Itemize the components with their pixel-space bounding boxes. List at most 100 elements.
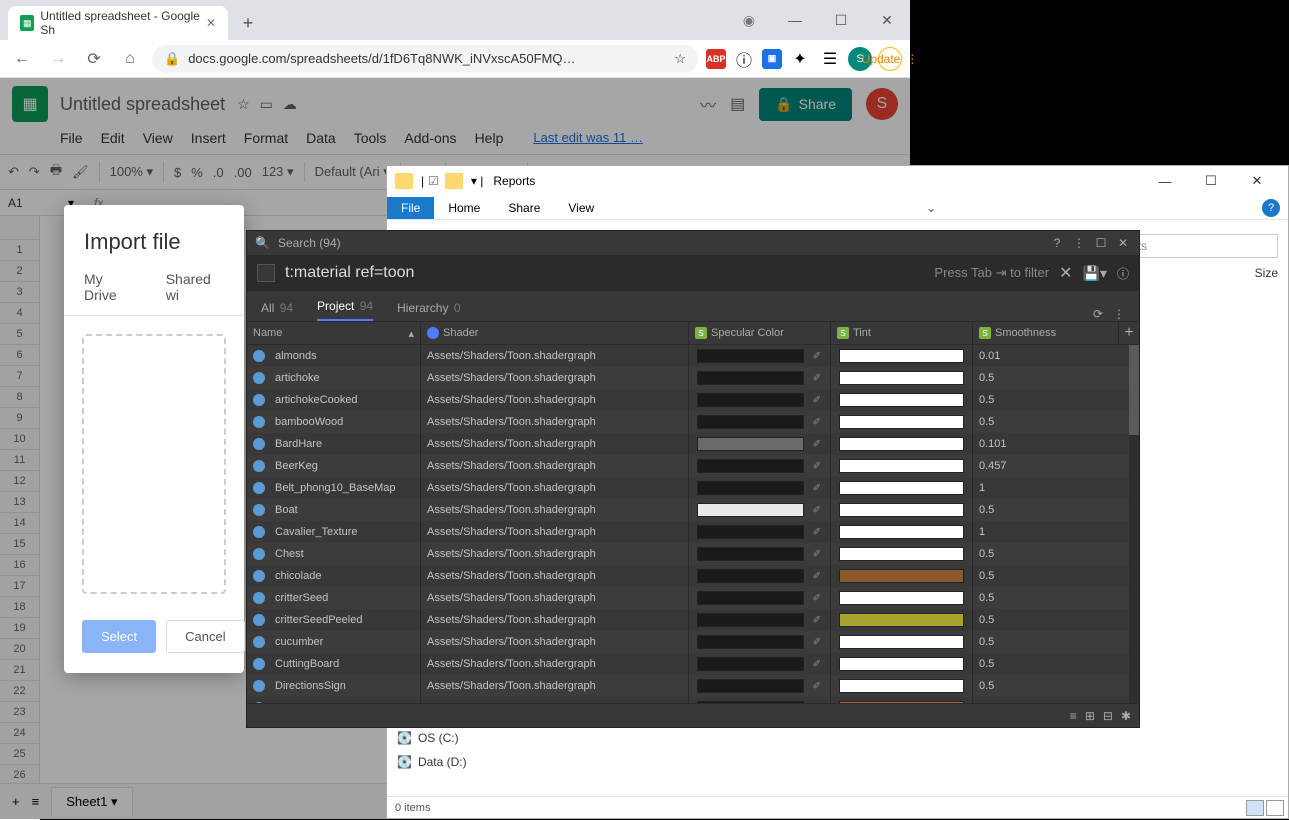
eyedropper-icon[interactable]: ✐	[810, 659, 824, 670]
tint-swatch[interactable]	[839, 525, 964, 539]
material-row[interactable]: chicoladeAssets/Shaders/Toon.shadergraph…	[247, 565, 1139, 587]
scrollbar[interactable]	[1129, 345, 1139, 725]
star-icon[interactable]: ☆	[674, 51, 686, 67]
eyedropper-icon[interactable]: ✐	[810, 549, 824, 560]
eyedropper-icon[interactable]: ✐	[810, 417, 824, 428]
tint-swatch[interactable]	[839, 437, 964, 451]
reading-list-icon[interactable]: ☰	[818, 47, 842, 71]
refresh-icon[interactable]: ⟳	[1093, 307, 1103, 321]
material-row[interactable]: DirectionsSignAssets/Shaders/Toon.shader…	[247, 675, 1139, 697]
eyedropper-icon[interactable]: ✐	[810, 395, 824, 406]
eyedropper-icon[interactable]: ✐	[810, 351, 824, 362]
specular-swatch[interactable]	[697, 525, 804, 539]
material-row[interactable]: critterSeedPeeledAssets/Shaders/Toon.sha…	[247, 609, 1139, 631]
material-row[interactable]: BardHareAssets/Shaders/Toon.shadergraph✐…	[247, 433, 1139, 455]
large-view-icon[interactable]	[1266, 800, 1284, 816]
column-size-header[interactable]: Size	[1255, 266, 1278, 280]
specular-swatch[interactable]	[697, 393, 804, 407]
material-row[interactable]: critterSeedAssets/Shaders/Toon.shadergra…	[247, 587, 1139, 609]
settings-icon[interactable]: ✱	[1121, 709, 1131, 723]
explorer-minimize[interactable]: —	[1142, 166, 1188, 196]
window-close[interactable]: ✕	[864, 0, 910, 40]
ribbon-view[interactable]: View	[554, 197, 608, 219]
specular-swatch[interactable]	[697, 657, 804, 671]
tint-swatch[interactable]	[839, 415, 964, 429]
specular-swatch[interactable]	[697, 635, 804, 649]
header-smoothness[interactable]: SSmoothness	[973, 322, 1119, 344]
tint-swatch[interactable]	[839, 481, 964, 495]
explorer-close[interactable]: ✕	[1234, 166, 1280, 196]
tint-swatch[interactable]	[839, 613, 964, 627]
tab-my-drive[interactable]: My Drive	[84, 271, 136, 303]
eyedropper-icon[interactable]: ✐	[810, 483, 824, 494]
tint-swatch[interactable]	[839, 635, 964, 649]
new-tab-button[interactable]: +	[234, 9, 262, 37]
back-button[interactable]: ←	[8, 45, 36, 73]
tint-swatch[interactable]	[839, 371, 964, 385]
eyedropper-icon[interactable]: ✐	[810, 439, 824, 450]
tint-swatch[interactable]	[839, 591, 964, 605]
zoom-extension-icon[interactable]: ▣	[762, 49, 782, 69]
tint-swatch[interactable]	[839, 547, 964, 561]
add-column-button[interactable]: +	[1119, 324, 1139, 342]
tab-shared[interactable]: Shared wi	[166, 271, 224, 303]
header-shader[interactable]: Shader	[421, 322, 689, 344]
browser-tab[interactable]: ▦ Untitled spreadsheet - Google Sh ✕	[8, 6, 228, 40]
close-icon[interactable]: ✕	[1115, 235, 1131, 251]
material-row[interactable]: BeerKegAssets/Shaders/Toon.shadergraph✐0…	[247, 455, 1139, 477]
window-minimize[interactable]: —	[772, 0, 818, 40]
ribbon-home[interactable]: Home	[434, 197, 494, 219]
cancel-button[interactable]: Cancel	[166, 620, 244, 653]
info-icon[interactable]: ⓘ	[1117, 265, 1129, 282]
material-row[interactable]: cucumberAssets/Shaders/Toon.shadergraph✐…	[247, 631, 1139, 653]
material-row[interactable]: BoatAssets/Shaders/Toon.shadergraph✐0.5	[247, 499, 1139, 521]
save-search-icon[interactable]: 💾▾	[1083, 265, 1107, 282]
material-row[interactable]: Belt_phong10_BaseMapAssets/Shaders/Toon.…	[247, 477, 1139, 499]
eyedropper-icon[interactable]: ✐	[810, 637, 824, 648]
eyedropper-icon[interactable]: ✐	[810, 505, 824, 516]
list-view-icon[interactable]: ≡	[1070, 709, 1077, 723]
ribbon-share[interactable]: Share	[494, 197, 554, 219]
eyedropper-icon[interactable]: ✐	[810, 527, 824, 538]
maximize-icon[interactable]: ☐	[1093, 235, 1109, 251]
specular-swatch[interactable]	[697, 371, 804, 385]
help-icon[interactable]: ?	[1262, 199, 1280, 217]
tab-close-icon[interactable]: ✕	[206, 16, 216, 30]
drive-d[interactable]: 💽Data (D:)	[397, 750, 467, 774]
explorer-maximize[interactable]: ☐	[1188, 166, 1234, 196]
material-row[interactable]: ChestAssets/Shaders/Toon.shadergraph✐0.5	[247, 543, 1139, 565]
panel-menu-icon[interactable]: ⋮	[1071, 235, 1087, 251]
specular-swatch[interactable]	[697, 679, 804, 693]
material-row[interactable]: bambooWoodAssets/Shaders/Toon.shadergrap…	[247, 411, 1139, 433]
abp-extension-icon[interactable]: ABP	[706, 49, 726, 69]
tint-swatch[interactable]	[839, 679, 964, 693]
specular-swatch[interactable]	[697, 415, 804, 429]
eyedropper-icon[interactable]: ✐	[810, 571, 824, 582]
eyedropper-icon[interactable]: ✐	[810, 681, 824, 692]
unity-results-list[interactable]: almondsAssets/Shaders/Toon.shadergraph✐0…	[247, 345, 1139, 725]
header-specular[interactable]: SSpecular Color	[689, 322, 831, 344]
tab-hierarchy[interactable]: Hierarchy 0	[397, 295, 460, 321]
eyedropper-icon[interactable]: ✐	[810, 593, 824, 604]
header-tint[interactable]: STint	[831, 322, 973, 344]
scrollbar-thumb[interactable]	[1129, 345, 1139, 435]
specular-swatch[interactable]	[697, 437, 804, 451]
tint-swatch[interactable]	[839, 459, 964, 473]
help-icon[interactable]: ?	[1049, 235, 1065, 251]
specular-swatch[interactable]	[697, 459, 804, 473]
tint-swatch[interactable]	[839, 503, 964, 517]
more-icon[interactable]: ⋮	[1113, 307, 1125, 321]
specular-swatch[interactable]	[697, 503, 804, 517]
eyedropper-icon[interactable]: ✐	[810, 615, 824, 626]
tab-all[interactable]: All 94	[261, 295, 293, 321]
tint-swatch[interactable]	[839, 569, 964, 583]
grid-view-icon[interactable]: ⊞	[1085, 709, 1095, 723]
specular-swatch[interactable]	[697, 481, 804, 495]
tint-swatch[interactable]	[839, 349, 964, 363]
tab-project[interactable]: Project 94	[317, 293, 373, 321]
material-row[interactable]: almondsAssets/Shaders/Toon.shadergraph✐0…	[247, 345, 1139, 367]
reload-button[interactable]: ⟳	[80, 45, 108, 73]
specular-swatch[interactable]	[697, 349, 804, 363]
select-button[interactable]: Select	[82, 620, 156, 653]
material-row[interactable]: CuttingBoardAssets/Shaders/Toon.shadergr…	[247, 653, 1139, 675]
